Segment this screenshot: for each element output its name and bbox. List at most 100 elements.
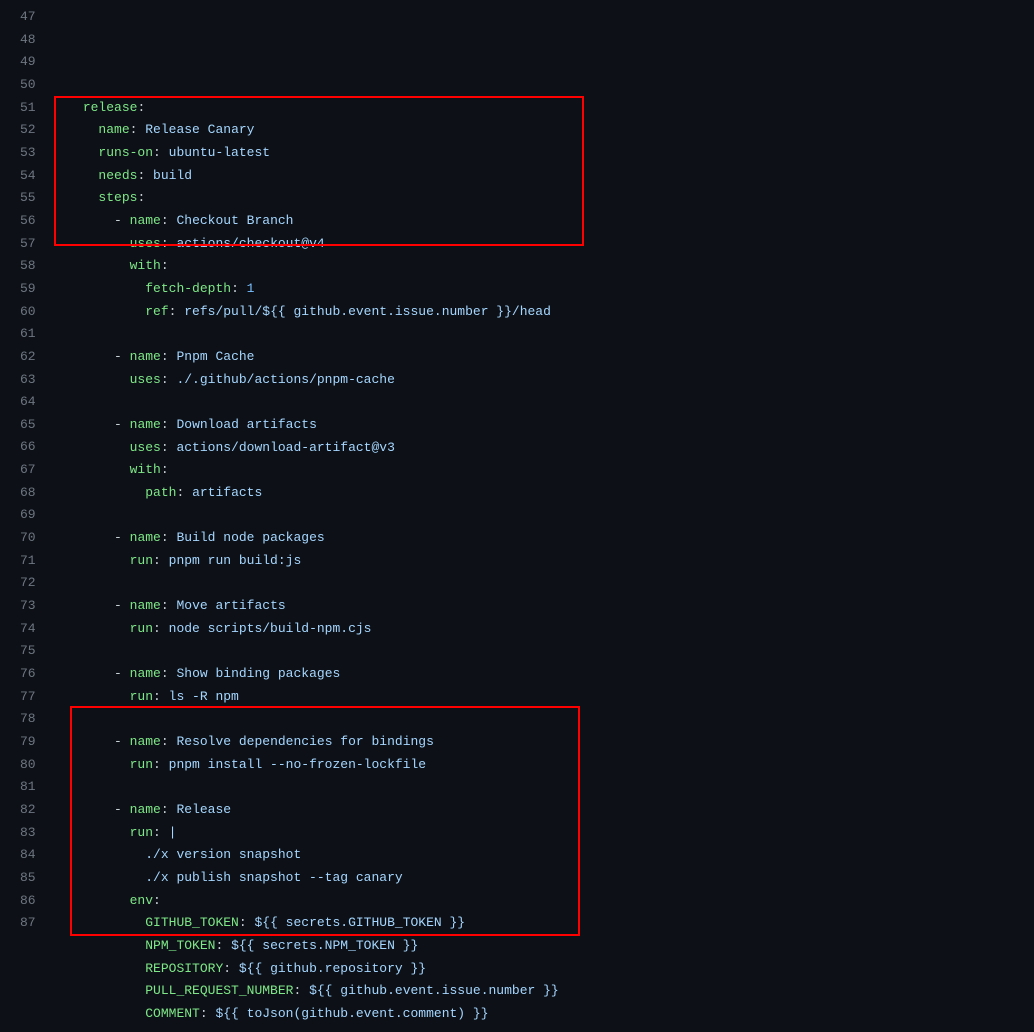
code-token: :: [137, 100, 145, 115]
code-line[interactable]: [52, 572, 1034, 595]
line-number: 83: [20, 822, 36, 845]
code-token: run: [130, 553, 153, 568]
code-line[interactable]: run: ls -R npm: [52, 686, 1034, 709]
code-token: :: [293, 983, 309, 998]
code-line[interactable]: runs-on: ubuntu-latest: [52, 142, 1034, 165]
code-content[interactable]: release: name: Release Canary runs-on: u…: [52, 6, 1034, 1026]
code-line[interactable]: release:: [52, 97, 1034, 120]
code-token: node scripts/build-npm.cjs: [169, 621, 372, 636]
code-token: name: [130, 530, 161, 545]
code-line[interactable]: GITHUB_TOKEN: ${{ secrets.GITHUB_TOKEN }…: [52, 912, 1034, 935]
line-number: 74: [20, 618, 36, 641]
code-line[interactable]: run: |: [52, 822, 1034, 845]
code-line[interactable]: uses: actions/checkout@v4: [52, 233, 1034, 256]
code-line[interactable]: [52, 776, 1034, 799]
line-number: 62: [20, 346, 36, 369]
code-line[interactable]: - name: Resolve dependencies for binding…: [52, 731, 1034, 754]
code-token: ./x version snapshot: [145, 847, 301, 862]
code-line[interactable]: COMMENT: ${{ toJson(github.event.comment…: [52, 1003, 1034, 1026]
line-number: 86: [20, 890, 36, 913]
code-editor[interactable]: 4748495051525354555657585960616263646566…: [0, 6, 1034, 1026]
code-line[interactable]: - name: Pnpm Cache: [52, 346, 1034, 369]
code-line[interactable]: [52, 640, 1034, 663]
code-line[interactable]: env:: [52, 890, 1034, 913]
code-token: 1: [247, 281, 255, 296]
code-line[interactable]: name: Release Canary: [52, 119, 1034, 142]
code-token: REPOSITORY: [145, 961, 223, 976]
code-token: actions/download-artifact@v3: [176, 440, 394, 455]
code-token: Download artifacts: [176, 417, 316, 432]
line-number: 54: [20, 165, 36, 188]
line-number: 60: [20, 301, 36, 324]
code-token: actions/checkout@v4: [176, 236, 324, 251]
code-line[interactable]: path: artifacts: [52, 482, 1034, 505]
code-token: Resolve dependencies for bindings: [176, 734, 433, 749]
code-token: name: [130, 666, 161, 681]
code-line[interactable]: - name: Show binding packages: [52, 663, 1034, 686]
code-token: name: [130, 213, 161, 228]
code-token: artifacts: [192, 485, 262, 500]
code-line[interactable]: [52, 505, 1034, 528]
code-token: uses: [130, 372, 161, 387]
code-line[interactable]: run: pnpm install --no-frozen-lockfile: [52, 754, 1034, 777]
code-line[interactable]: - name: Move artifacts: [52, 595, 1034, 618]
code-token: ${{ secrets.GITHUB_TOKEN }}: [254, 915, 465, 930]
code-line[interactable]: with:: [52, 459, 1034, 482]
code-line[interactable]: uses: ./.github/actions/pnpm-cache: [52, 369, 1034, 392]
code-token: fetch-depth: [145, 281, 231, 296]
code-token: name: [130, 734, 161, 749]
line-number-gutter: 4748495051525354555657585960616263646566…: [0, 6, 52, 1026]
code-token: ubuntu-latest: [169, 145, 270, 160]
line-number: 81: [20, 776, 36, 799]
line-number: 76: [20, 663, 36, 686]
code-token: run: [130, 757, 153, 772]
code-token: Move artifacts: [176, 598, 285, 613]
code-token: :: [130, 122, 146, 137]
code-token: -: [114, 213, 130, 228]
code-line[interactable]: NPM_TOKEN: ${{ secrets.NPM_TOKEN }}: [52, 935, 1034, 958]
code-line[interactable]: with:: [52, 255, 1034, 278]
code-token: Pnpm Cache: [176, 349, 254, 364]
code-token: :: [161, 440, 177, 455]
code-token: :: [153, 689, 169, 704]
code-line[interactable]: [52, 391, 1034, 414]
code-line[interactable]: needs: build: [52, 165, 1034, 188]
code-token: :: [153, 893, 161, 908]
code-token: Release: [176, 802, 231, 817]
code-line[interactable]: ./x publish snapshot --tag canary: [52, 867, 1034, 890]
line-number: 64: [20, 391, 36, 414]
code-line[interactable]: fetch-depth: 1: [52, 278, 1034, 301]
code-token: :: [161, 734, 177, 749]
line-number: 49: [20, 51, 36, 74]
code-line[interactable]: ref: refs/pull/${{ github.event.issue.nu…: [52, 301, 1034, 324]
code-line[interactable]: uses: actions/download-artifact@v3: [52, 437, 1034, 460]
code-line[interactable]: - name: Download artifacts: [52, 414, 1034, 437]
code-token: runs-on: [98, 145, 153, 160]
code-line[interactable]: run: pnpm run build:js: [52, 550, 1034, 573]
code-token: needs: [98, 168, 137, 183]
code-line[interactable]: - name: Checkout Branch: [52, 210, 1034, 233]
code-token: :: [231, 281, 247, 296]
code-token: build: [153, 168, 192, 183]
code-line[interactable]: [52, 708, 1034, 731]
code-line[interactable]: - name: Build node packages: [52, 527, 1034, 550]
line-number: 72: [20, 572, 36, 595]
code-token: name: [130, 417, 161, 432]
code-line[interactable]: - name: Release: [52, 799, 1034, 822]
line-number: 53: [20, 142, 36, 165]
code-line[interactable]: run: node scripts/build-npm.cjs: [52, 618, 1034, 641]
code-line[interactable]: steps:: [52, 187, 1034, 210]
code-token: Show binding packages: [176, 666, 340, 681]
line-number: 67: [20, 459, 36, 482]
code-token: name: [130, 349, 161, 364]
code-token: refs/pull/${{ github.event.issue.number …: [184, 304, 551, 319]
code-line[interactable]: PULL_REQUEST_NUMBER: ${{ github.event.is…: [52, 980, 1034, 1003]
code-token: :: [215, 938, 231, 953]
code-line[interactable]: REPOSITORY: ${{ github.repository }}: [52, 958, 1034, 981]
code-line[interactable]: [52, 323, 1034, 346]
code-line[interactable]: ./x version snapshot: [52, 844, 1034, 867]
code-token: :: [161, 802, 177, 817]
line-number: 75: [20, 640, 36, 663]
code-token: -: [114, 349, 130, 364]
code-token: GITHUB_TOKEN: [145, 915, 239, 930]
